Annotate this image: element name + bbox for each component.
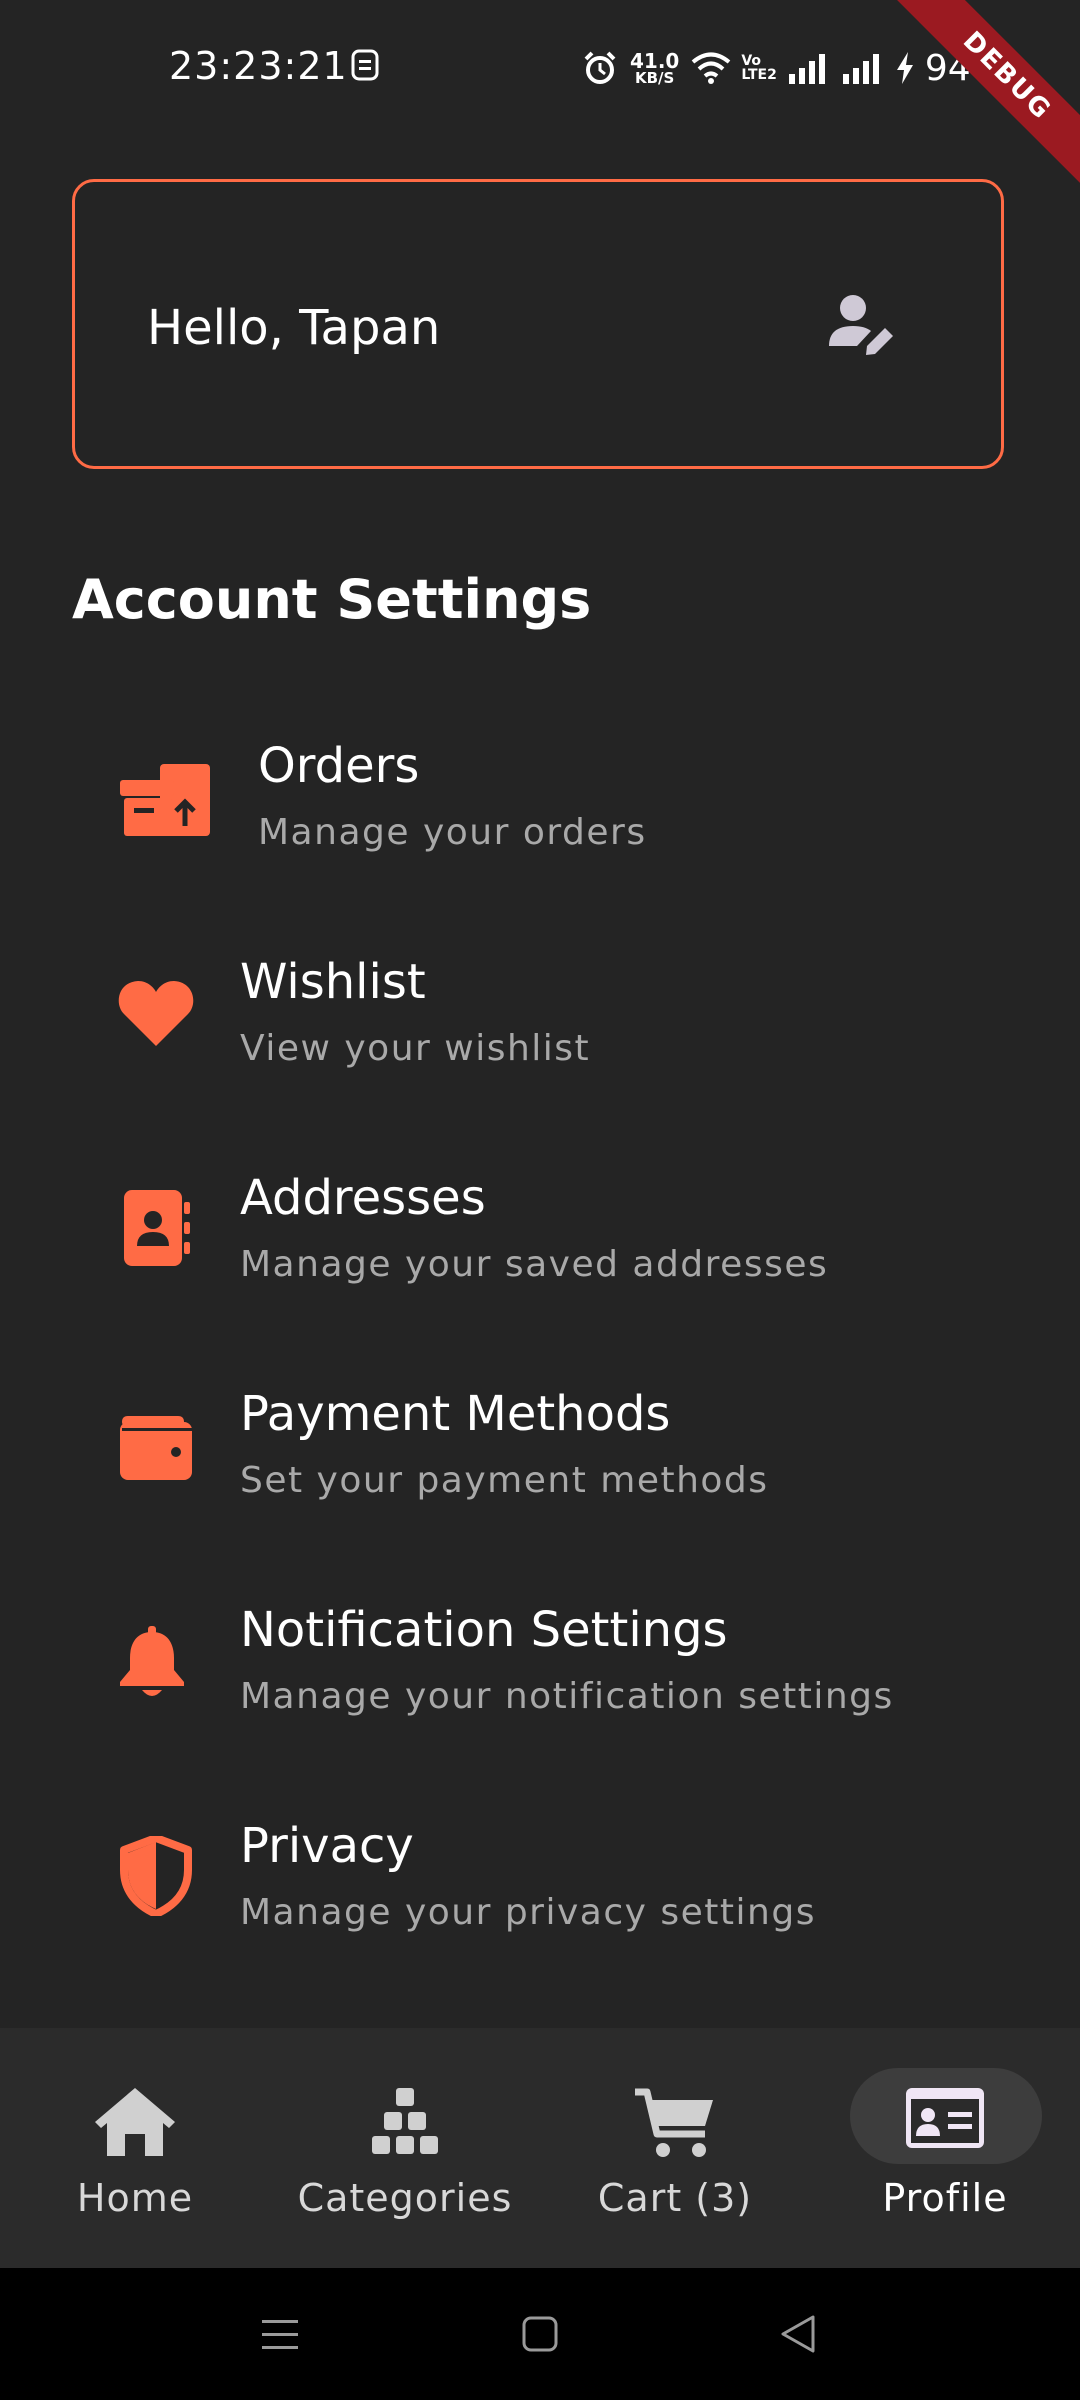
bell-icon [120,1626,184,1696]
orders-title: Orders [258,738,420,794]
privacy-title: Privacy [240,1818,414,1874]
system-navigation-bar [0,2268,1080,2400]
recent-apps-button[interactable] [220,2268,340,2400]
notification-settings-subtitle: Manage your notification settings [240,1676,894,1717]
greeting-text: Hello, Tapan [147,300,441,356]
wishlist-subtitle: View your wishlist [240,1028,591,1069]
nav-item-home[interactable]: Home [0,2028,270,2268]
back-system-button[interactable] [738,2268,858,2400]
edit-profile-button[interactable] [823,284,903,364]
network-speed-value: 41.0 [630,48,680,73]
addresses-subtitle: Manage your saved addresses [240,1244,829,1285]
bottom-navigation: Home Categories Cart (3) Profile [0,2028,1080,2268]
user-edit-icon [829,295,893,355]
nav-item-categories[interactable]: Categories [270,2028,540,2268]
menu-lines-icon [262,2320,298,2349]
privacy-subtitle: Manage your privacy settings [240,1892,816,1933]
categories-icon [372,2088,438,2154]
back-triangle-icon [781,2315,815,2353]
volte-bottom: LTE2 [741,67,777,83]
settings-item-notification-settings[interactable]: Notification Settings Manage your notifi… [0,1564,1080,1764]
status-time: 23:23:21 [169,44,348,88]
notification-settings-title: Notification Settings [240,1602,728,1658]
settings-item-addresses[interactable]: Addresses Manage your saved addresses [0,1132,1080,1332]
sim-icon [351,49,379,81]
signal-icon-sim2 [842,54,879,84]
settings-item-privacy[interactable]: Privacy Manage your privacy settings [0,1780,1080,1980]
volte-top: Vo [741,53,762,69]
nav-item-cart[interactable]: Cart (3) [540,2028,810,2268]
settings-item-payment-methods[interactable]: Payment Methods Set your payment methods [0,1348,1080,1548]
profile-card-icon [906,2088,984,2148]
shield-icon [120,1836,192,1916]
wallet-icon [120,1416,192,1480]
network-speed-unit: KB/S [635,68,675,87]
greeting-card: Hello, Tapan [72,179,1004,469]
nav-label-profile: Profile [882,2176,1008,2220]
payment-methods-subtitle: Set your payment methods [240,1460,769,1501]
charging-icon [896,52,913,84]
nav-label-categories: Categories [297,2176,513,2220]
payment-methods-title: Payment Methods [240,1386,671,1442]
home-system-button[interactable] [480,2268,600,2400]
square-icon [522,2316,558,2352]
orders-box-icon [120,764,210,836]
volte-indicator: Vo LTE2 [741,54,776,82]
settings-item-wishlist[interactable]: Wishlist View your wishlist [0,916,1080,1116]
nav-label-home: Home [76,2176,194,2220]
nav-label-cart: Cart (3) [597,2176,753,2220]
section-title: Account Settings [72,568,592,631]
wishlist-title: Wishlist [240,954,426,1010]
nav-item-profile[interactable]: Profile [810,2028,1080,2268]
orders-subtitle: Manage your orders [258,812,647,853]
network-speed: 41.0 KB/S [630,51,679,86]
status-icons: 41.0 KB/S Vo LTE2 94 [582,44,971,92]
addresses-title: Addresses [240,1170,486,1226]
cart-icon [635,2088,713,2157]
heart-icon [118,981,194,1046]
settings-item-orders[interactable]: Orders Manage your orders [0,700,1080,900]
address-book-icon [124,1190,190,1266]
home-icon [95,2088,175,2156]
signal-icon-sim1 [788,54,825,84]
wifi-icon [692,52,731,84]
alarm-icon [584,51,616,84]
